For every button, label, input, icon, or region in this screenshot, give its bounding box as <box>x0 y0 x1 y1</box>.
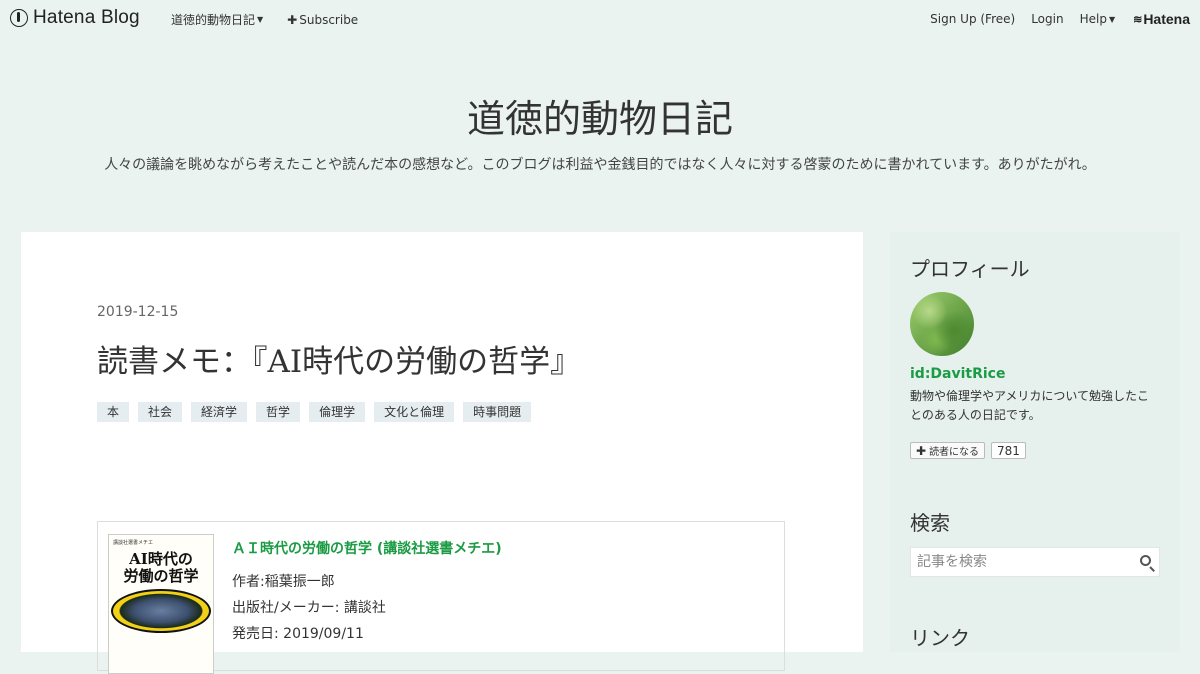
help-dropdown[interactable]: Help ▼ <box>1080 12 1116 26</box>
nav-left: 道徳的動物日記 ▼ ✚ Subscribe <box>171 11 358 28</box>
search-icon[interactable] <box>1140 555 1151 566</box>
blog-title[interactable]: 道徳的動物日記 <box>0 88 1200 143</box>
book-embed-card: 講談社選書メチエ AI時代の 労働の哲学 ＡＩ時代の労働の哲学 (講談社選書メチ… <box>97 521 785 674</box>
profile-description: 動物や倫理学やアメリカについて勉強したことのある人の日記です。 <box>910 389 1150 422</box>
avatar[interactable] <box>910 292 974 356</box>
book-author: 作者:稲葉振一郎 <box>232 574 335 590</box>
main-article: 2019-12-15 読書メモ：『AI時代の労働の哲学』 本 社会 経済学 哲学… <box>21 232 863 674</box>
hatena-logo[interactable]: ≋ Hatena <box>1133 11 1190 27</box>
plus-icon: ✚ <box>287 12 298 27</box>
book-release-date: 発売日: 2019/09/11 <box>232 626 364 642</box>
blog-menu-dropdown[interactable]: 道徳的動物日記 ▼ <box>171 11 263 28</box>
tag-item[interactable]: 哲学 <box>256 402 301 422</box>
login-link[interactable]: Login <box>1031 12 1063 26</box>
subscribe-reader-label: 読者になる <box>929 447 980 458</box>
hatena-wave-icon: ≋ <box>1133 13 1142 26</box>
tag-item[interactable]: 倫理学 <box>309 402 366 422</box>
cover-title: AI時代の 労働の哲学 <box>109 551 213 585</box>
tag-item[interactable]: 社会 <box>138 402 183 422</box>
top-navbar: Hatena Blog 道徳的動物日記 ▼ ✚ Subscribe Sign U… <box>0 0 1200 36</box>
entry-tags: 本 社会 経済学 哲学 倫理学 文化と倫理 時事問題 <box>97 402 532 422</box>
entry-title[interactable]: 読書メモ：『AI時代の労働の哲学』 <box>97 336 581 381</box>
signup-link[interactable]: Sign Up (Free) <box>930 12 1015 26</box>
nav-right: Sign Up (Free) Login Help ▼ ≋ Hatena <box>930 11 1190 27</box>
tag-item[interactable]: 時事問題 <box>463 402 532 422</box>
caret-down-icon: ▼ <box>1108 14 1116 24</box>
book-title-link[interactable]: ＡＩ時代の労働の哲学 (講談社選書メチエ) <box>232 538 502 558</box>
profile-id-link[interactable]: id:DavitRice <box>910 366 1005 382</box>
caret-down-icon: ▼ <box>257 15 264 24</box>
cover-title-line-2: 労働の哲学 <box>123 567 199 585</box>
subscribe-nav-button[interactable]: ✚ Subscribe <box>287 11 358 28</box>
plus-icon: ✚ <box>916 443 927 458</box>
profile-heading: プロフィール <box>910 257 1030 281</box>
brand-text: Hatena Blog <box>33 7 140 28</box>
subscriber-count[interactable]: 781 <box>991 442 1026 459</box>
tag-item[interactable]: 本 <box>97 402 130 422</box>
search-box <box>910 547 1160 577</box>
subscribe-reader-button[interactable]: ✚ 読者になる <box>910 442 986 459</box>
tag-item[interactable]: 経済学 <box>191 402 248 422</box>
cover-title-line-1: AI時代の <box>129 550 193 568</box>
help-label: Help <box>1079 12 1107 26</box>
links-heading: リンク <box>910 626 970 650</box>
search-input[interactable] <box>911 548 1133 576</box>
cover-illustration <box>111 589 211 633</box>
hatena-blog-logo-icon <box>10 9 28 27</box>
tag-item[interactable]: 文化と倫理 <box>374 402 455 422</box>
blog-description: 人々の議論を眺めながら考えたことや読んだ本の感想など。このブログは利益や金銭目的… <box>104 157 1096 173</box>
book-publisher: 出版社/メーカー: 講談社 <box>232 600 386 616</box>
search-heading: 検索 <box>910 511 950 535</box>
blog-menu-label: 道徳的動物日記 <box>171 13 256 27</box>
entry-date[interactable]: 2019-12-15 <box>97 304 178 320</box>
cover-series-label: 講談社選書メチエ <box>113 540 154 546</box>
subscribe-nav-label: Subscribe <box>299 12 359 27</box>
book-cover-image[interactable]: 講談社選書メチエ AI時代の 労働の哲学 <box>108 534 214 674</box>
hatena-logo-text: Hatena <box>1143 11 1190 27</box>
hatena-blog-logo[interactable]: Hatena Blog <box>10 7 140 29</box>
